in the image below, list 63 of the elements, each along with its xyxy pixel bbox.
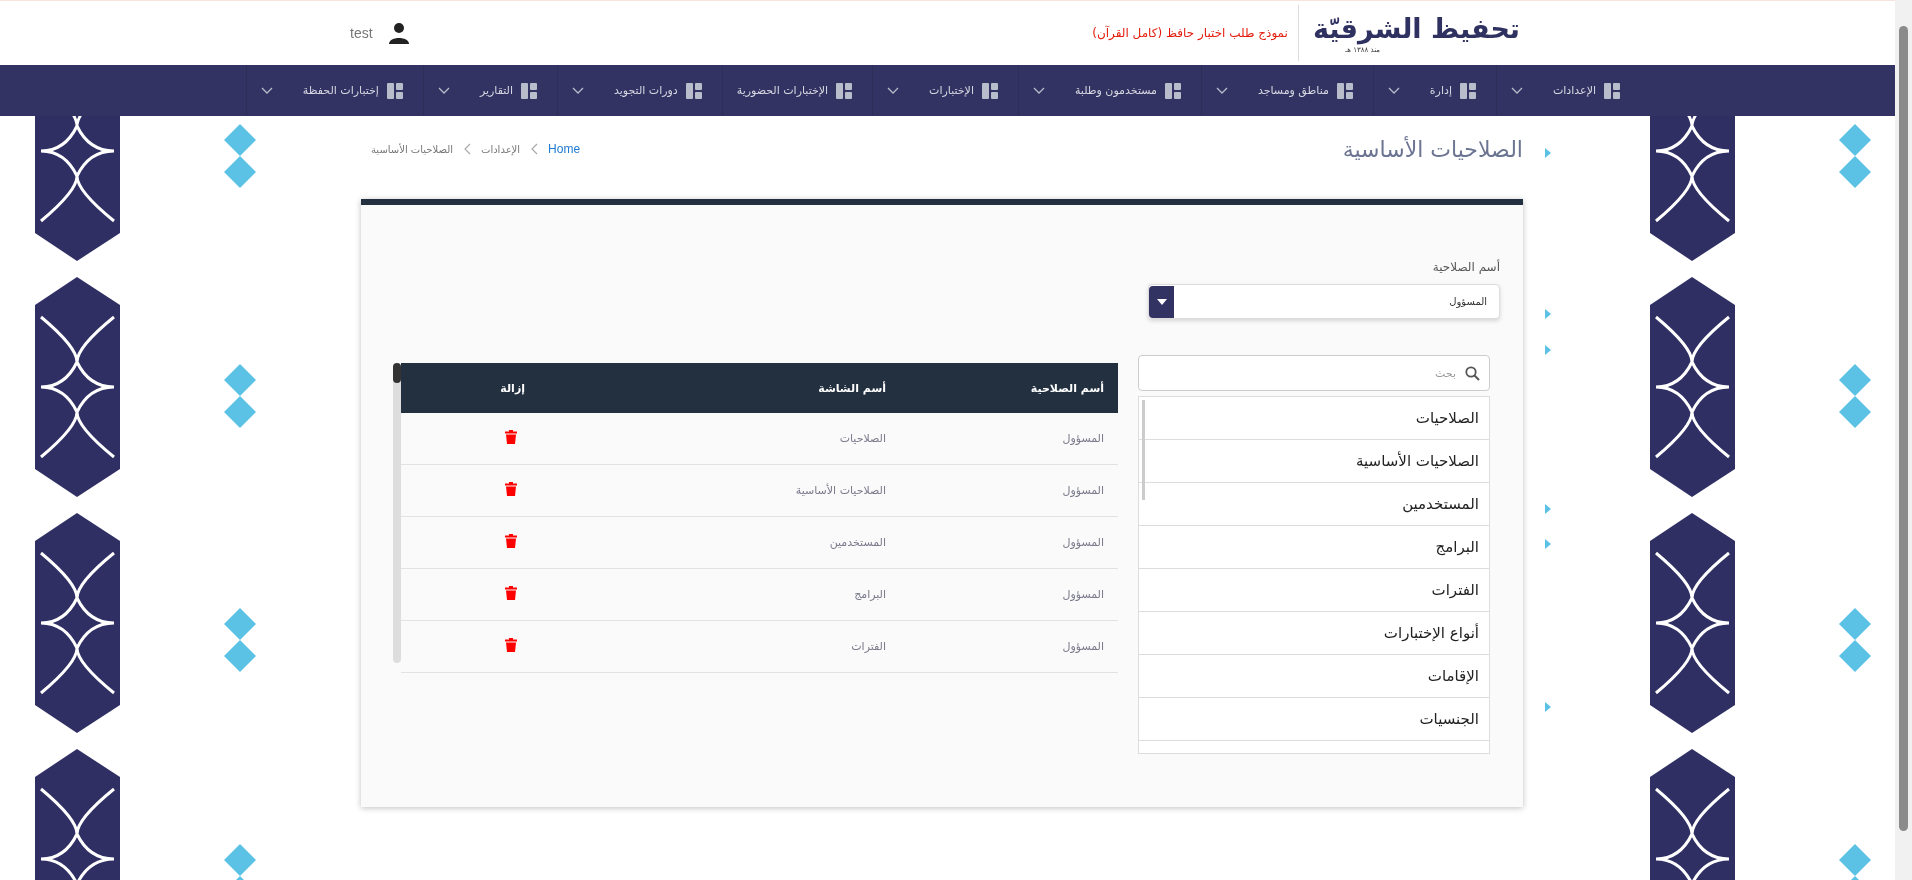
list-item[interactable]: أنواع الإختبارات	[1139, 612, 1489, 655]
trash-icon[interactable]	[505, 430, 517, 444]
table-cell-text: البرامج	[853, 588, 887, 601]
table-cell-text: المسؤول	[1061, 432, 1105, 445]
search-field[interactable]: بحث	[1138, 355, 1490, 391]
list-item[interactable]: الصلاحيات الأساسية	[1139, 440, 1489, 483]
breadcrumb-item: الإعدادات	[480, 143, 521, 155]
nav-item[interactable]: مستخدمون وطلبة	[1017, 65, 1201, 116]
column-header: أسم الشاشة	[817, 381, 887, 395]
table-cell-text: الصلاحيات	[838, 432, 887, 445]
nav-item[interactable]: إختبارات الحفظة	[245, 65, 423, 116]
nav-item[interactable]: مناطق ومساجد	[1200, 65, 1373, 116]
nav-item[interactable]: الإعدادات	[1495, 65, 1640, 116]
scrollbar-thumb[interactable]	[393, 363, 401, 383]
column-header: إزالة	[499, 381, 525, 395]
table-cell-text: الفترات	[850, 640, 887, 653]
nav-item[interactable]: الإختبارات	[872, 65, 1018, 116]
table-cell-text: المسؤول	[1061, 536, 1105, 549]
user-name[interactable]: test	[350, 25, 373, 41]
layout-icon	[1336, 82, 1353, 99]
scrollbar-thumb[interactable]	[1899, 26, 1908, 831]
table-cell-text: الصلاحيات الأساسية	[794, 484, 887, 497]
trash-icon[interactable]	[505, 638, 517, 652]
table-cell-text: المسؤول	[1061, 588, 1105, 601]
table-cell-text: المسؤول	[1061, 484, 1105, 497]
chevron-left-icon	[462, 143, 471, 155]
role-select[interactable]: المسؤول	[1148, 284, 1500, 319]
list-item[interactable]: المستخدمين	[1139, 483, 1489, 526]
table-cell-text: المسؤول	[1061, 640, 1105, 653]
list-item[interactable]: الجنسيات	[1139, 698, 1489, 741]
page-scrollbar[interactable]	[1895, 0, 1912, 880]
list-item[interactable]: الفترات	[1139, 569, 1489, 612]
layout-icon	[1459, 82, 1476, 99]
caret-down-icon	[1156, 298, 1167, 305]
scrollbar-thumb[interactable]	[1142, 400, 1145, 500]
nav-item[interactable]: التقارير	[422, 65, 557, 116]
table-cell-text: المستخدمين	[828, 536, 887, 549]
nav-item[interactable]: الإختبارات الحضورية	[721, 65, 873, 116]
scrollbar-track[interactable]	[393, 363, 401, 663]
list-item[interactable]: الإقامات	[1139, 655, 1489, 698]
layout-icon	[981, 82, 998, 99]
layout-icon	[1604, 82, 1620, 99]
layout-icon	[685, 82, 702, 99]
breadcrumb-item: الصلاحيات الأساسية	[371, 143, 453, 155]
layout-icon	[836, 82, 853, 99]
nav-item[interactable]: دورات التجويد	[556, 65, 722, 116]
trash-icon[interactable]	[505, 534, 517, 548]
layout-icon	[386, 82, 403, 99]
trash-icon[interactable]	[505, 482, 517, 496]
page-title: الصلاحيات الأساسية	[1342, 136, 1523, 162]
notice-text: نموذج طلب اختبار حافظ (كامل القرآن)	[1092, 26, 1288, 40]
chevron-left-icon	[530, 143, 539, 155]
user-icon[interactable]	[386, 21, 411, 45]
column-header: أسم الصلاحية	[1029, 381, 1105, 395]
layout-icon	[520, 82, 537, 99]
layout-icon	[1164, 82, 1181, 99]
logo-title: تحفيظ الشرقيّة	[1312, 12, 1520, 46]
field-label: أسم الصلاحية	[1431, 260, 1500, 274]
breadcrumb-link[interactable]: Home	[548, 142, 581, 156]
trash-icon[interactable]	[505, 586, 517, 600]
nav-item[interactable]: إدارة	[1372, 65, 1496, 116]
list-item[interactable]: الصلاحيات	[1139, 397, 1489, 440]
list-item[interactable]: البرامج	[1139, 526, 1489, 569]
